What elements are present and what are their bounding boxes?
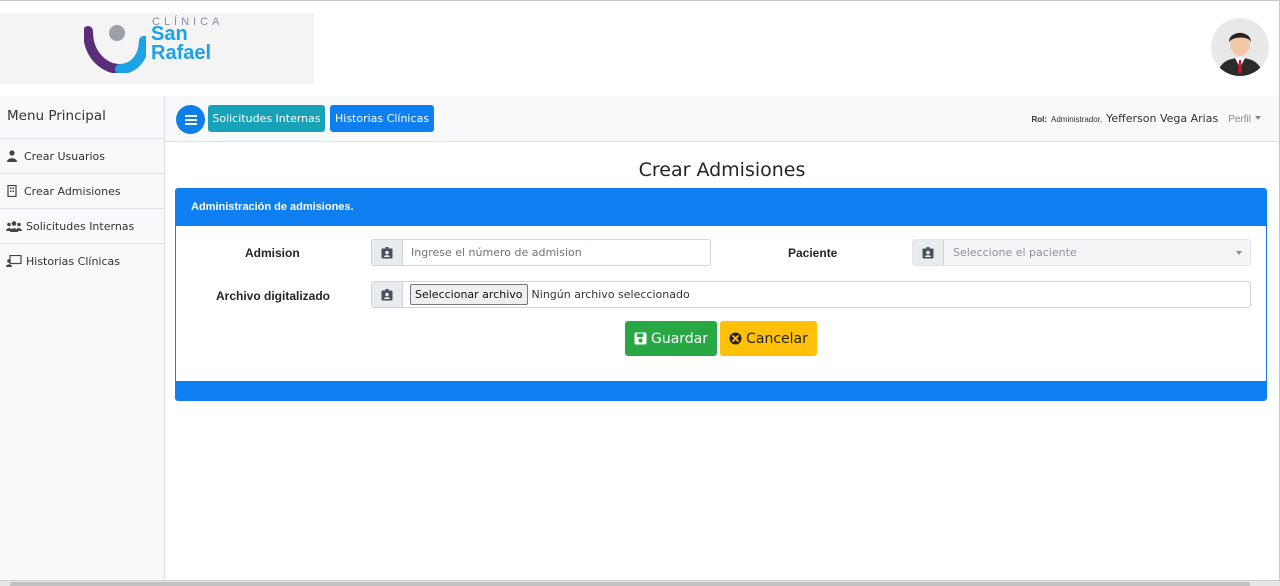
card-footer: [176, 381, 1266, 400]
paciente-select-placeholder: Seleccione el paciente: [953, 246, 1077, 259]
logo-name: San Rafael: [151, 24, 212, 64]
cancelar-label: Cancelar: [746, 330, 808, 347]
menu-toggle-button[interactable]: [176, 105, 205, 134]
bars-icon: [184, 114, 197, 125]
sidebar-item-crear-usuarios[interactable]: Crear Usuarios: [0, 138, 164, 173]
user-info: Rol: Administrador, Yefferson Vega Arias…: [1031, 112, 1261, 125]
guardar-label: Guardar: [650, 330, 709, 347]
sidebar-title: Menu Principal: [7, 108, 106, 124]
user-name: Yefferson Vega Arias: [1106, 112, 1219, 125]
archivo-input-group: Seleccionar archivo Ningún archivo selec…: [371, 281, 1251, 308]
file-status: Ningún archivo seleccionado: [531, 288, 690, 301]
top-header: CLÍNICA San Rafael: [0, 1, 1279, 96]
user-avatar[interactable]: [1211, 18, 1269, 76]
scrollbar-thumb[interactable]: [10, 582, 1250, 586]
historias-clinicas-button[interactable]: Historias Clínicas: [330, 105, 434, 132]
id-card-icon: [913, 240, 944, 265]
building-icon: [7, 185, 17, 197]
page-title: Crear Admisiones: [638, 159, 806, 181]
sidebar-item-crear-admisiones[interactable]: Crear Admisiones: [0, 173, 164, 208]
guardar-button[interactable]: Guardar: [625, 321, 717, 356]
id-card-icon: [372, 282, 403, 307]
paciente-input-group: Seleccione el paciente: [912, 239, 1251, 266]
sidebar: Menu Principal Crear Usuarios Crear Admi…: [0, 96, 165, 582]
card-header: Administración de admisiones.: [176, 189, 1266, 226]
users-icon: [6, 221, 22, 232]
avatar-icon: [1211, 18, 1269, 76]
horizontal-scrollbar[interactable]: [0, 580, 1280, 586]
sidebar-item-label: Historias Clínicas: [26, 254, 120, 268]
save-icon: [634, 332, 647, 345]
clinic-logo[interactable]: CLÍNICA San Rafael: [0, 13, 314, 84]
id-card-icon: [372, 240, 403, 265]
chevron-down-icon: [1236, 250, 1242, 255]
user-tie-icon: [7, 150, 17, 162]
admision-input-group: [371, 239, 711, 266]
logo-line-2: Rafael: [151, 42, 212, 64]
caret-down-icon: [1255, 116, 1261, 120]
perfil-dropdown[interactable]: Perfil: [1228, 114, 1261, 125]
admision-input[interactable]: [403, 240, 710, 265]
sidebar-item-label: Solicitudes Internas: [26, 219, 135, 233]
perfil-label: Perfil: [1228, 114, 1251, 125]
paciente-label: Paciente: [788, 246, 838, 260]
chalkboard-user-icon: [6, 255, 22, 267]
archivo-label: Archivo digitalizado: [216, 289, 331, 303]
file-input: Seleccionar archivo Ningún archivo selec…: [403, 282, 1250, 307]
rol-value: Administrador,: [1051, 115, 1103, 124]
sidebar-item-historias-clinicas[interactable]: Historias Clínicas: [0, 243, 164, 278]
rol-label: Rol:: [1031, 115, 1047, 124]
select-file-button[interactable]: Seleccionar archivo: [410, 284, 528, 305]
sidebar-item-label: Crear Usuarios: [24, 149, 106, 163]
top-navbar: Solicitudes Internas Historias Clínicas …: [165, 96, 1279, 142]
solicitudes-internas-button[interactable]: Solicitudes Internas: [208, 105, 325, 132]
admision-label: Admision: [245, 246, 300, 260]
cancelar-button[interactable]: Cancelar: [720, 321, 817, 356]
logo-mark-icon: [84, 25, 146, 73]
page: CLÍNICA San Rafael Menu Principal Crear …: [0, 0, 1280, 586]
sidebar-item-solicitudes-internas[interactable]: Solicitudes Internas: [0, 208, 164, 243]
paciente-select[interactable]: Seleccione el paciente: [944, 240, 1250, 265]
sidebar-item-label: Crear Admisiones: [24, 184, 121, 198]
times-circle-icon: [729, 332, 742, 345]
